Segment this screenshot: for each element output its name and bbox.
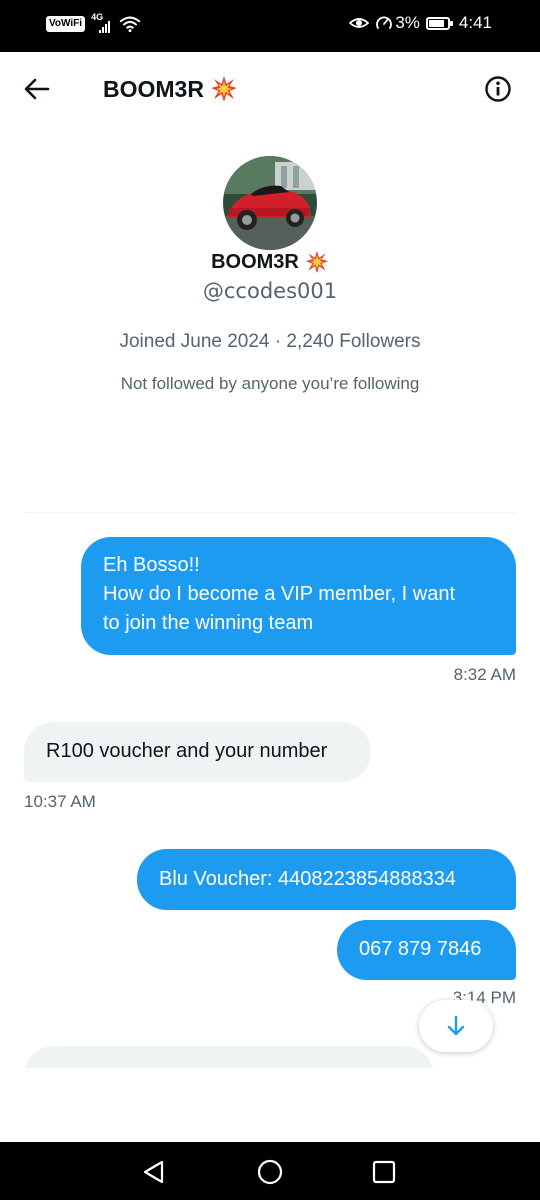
message-timestamp: 8:32 AM: [453, 665, 516, 684]
system-nav-bar: [0, 1142, 540, 1200]
message-line: to join the winning team: [103, 612, 314, 634]
status-bar: VoWiFi 4G 3% 4:41: [0, 0, 540, 52]
message-timestamp: 10:37 AM: [24, 792, 96, 811]
back-arrow-icon[interactable]: [22, 74, 52, 104]
eye-comfort-icon: [349, 18, 370, 28]
collision-icon: [210, 76, 237, 102]
collision-icon: [305, 250, 329, 274]
message-bubble-incoming[interactable]: R100 voucher and your number: [24, 722, 371, 782]
avatar-image: [223, 156, 317, 250]
nav-recent-icon[interactable]: [370, 1158, 398, 1186]
conversation-header: BOOM3R: [0, 52, 540, 126]
wifi-icon: [119, 16, 141, 33]
followed-by-note: Not followed by anyone you’re following: [120, 374, 420, 393]
message-line: Eh Bosso!!: [103, 554, 200, 576]
dm-screen: VoWiFi 4G 3% 4:41 BOOM3R BOOM3R @ccodes0…: [0, 0, 540, 1200]
battery-fill: [428, 19, 444, 27]
profile-display-name: BOOM3R: [211, 251, 299, 273]
profile-name: BOOM3R: [0, 247, 540, 277]
status-right: 3% 4:41: [349, 13, 492, 33]
composer-area: [0, 1068, 540, 1142]
data-saver-percent: 3%: [395, 13, 420, 32]
avatar[interactable]: [223, 156, 317, 250]
battery-icon: [425, 16, 453, 30]
conversation-title: BOOM3R: [103, 74, 238, 104]
signal-icon: 4G: [91, 12, 113, 34]
nav-home-icon[interactable]: [256, 1158, 284, 1186]
followers-count[interactable]: 2,240 Followers: [286, 331, 420, 352]
divider: [24, 512, 516, 513]
clock: 4:41: [458, 13, 492, 32]
message-line: How do I become a VIP member, I want: [103, 583, 456, 605]
joined-date: Joined June 2024: [119, 331, 270, 352]
message-bubble-outgoing[interactable]: 067 879 7846: [337, 920, 516, 980]
meta-separator: ·: [274, 331, 282, 352]
nav-back-icon[interactable]: [140, 1158, 168, 1186]
status-left: VoWiFi 4G: [46, 12, 141, 34]
header-name: BOOM3R: [103, 76, 204, 102]
message-bubble-outgoing[interactable]: Eh Bosso!! How do I become a VIP member,…: [81, 537, 516, 655]
data-saver-icon: [376, 16, 393, 29]
profile-meta: Joined June 2024 · 2,240 Followers: [0, 328, 540, 356]
message-bubble-outgoing[interactable]: Blu Voucher: 4408223854888334: [137, 849, 516, 910]
vowifi-badge: VoWiFi: [46, 16, 86, 32]
profile-handle: @ccodes001: [202, 279, 338, 303]
info-icon[interactable]: [484, 75, 512, 103]
scroll-to-bottom-button[interactable]: [419, 1000, 493, 1052]
arrow-down-icon: [447, 1015, 465, 1036]
